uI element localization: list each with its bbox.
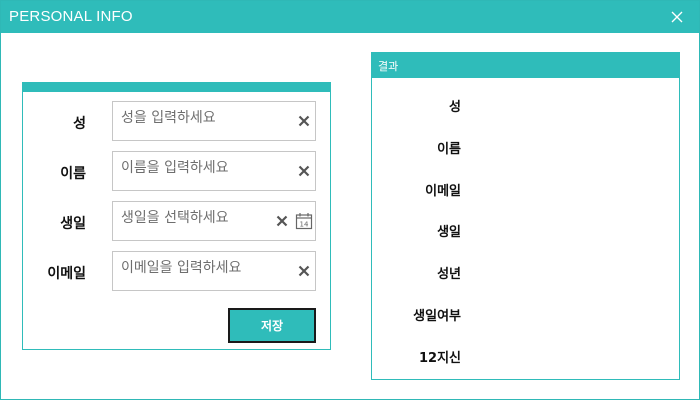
email-field[interactable] [112, 251, 316, 291]
clear-icon[interactable] [298, 265, 310, 277]
last-name-input[interactable] [121, 107, 291, 129]
clear-icon[interactable] [298, 115, 310, 127]
personal-info-window: PERSONAL INFO 성 이름 생일 [0, 0, 700, 400]
result-panel-header: 결과 [372, 53, 679, 78]
result-last-name-label: 성 [449, 100, 461, 115]
window-title: PERSONAL INFO [9, 8, 133, 25]
birthday-label: 생일 [60, 216, 86, 232]
birthday-input[interactable] [121, 207, 271, 229]
first-name-field[interactable] [112, 151, 316, 191]
clear-icon[interactable] [276, 215, 288, 227]
last-name-label: 성 [73, 116, 86, 132]
clear-icon[interactable] [298, 165, 310, 177]
form-panel: 성 이름 생일 [22, 82, 331, 350]
result-adult-label: 성년 [437, 267, 461, 282]
calendar-icon[interactable]: 14 [295, 212, 313, 230]
result-zodiac-label: 12지신 [418, 351, 461, 366]
close-icon[interactable] [669, 9, 685, 25]
email-label: 이메일 [47, 266, 86, 282]
last-name-field[interactable] [112, 101, 316, 141]
calendar-day-text: 14 [300, 221, 309, 229]
result-email-label: 이메일 [425, 184, 461, 199]
result-is-birthday-label: 생일여부 [413, 309, 461, 324]
birthday-field[interactable]: 14 [112, 201, 316, 241]
first-name-input[interactable] [121, 157, 291, 179]
result-birthday-label: 생일 [437, 225, 461, 240]
title-bar[interactable]: PERSONAL INFO [1, 1, 699, 33]
form-panel-header-band [23, 83, 330, 92]
result-panel: 결과 성 이름 이메일 생일 성년 생일여부 12지신 [371, 52, 680, 380]
email-input[interactable] [121, 257, 291, 279]
first-name-label: 이름 [60, 166, 86, 182]
result-first-name-label: 이름 [437, 142, 461, 157]
save-button[interactable]: 저장 [228, 308, 316, 343]
